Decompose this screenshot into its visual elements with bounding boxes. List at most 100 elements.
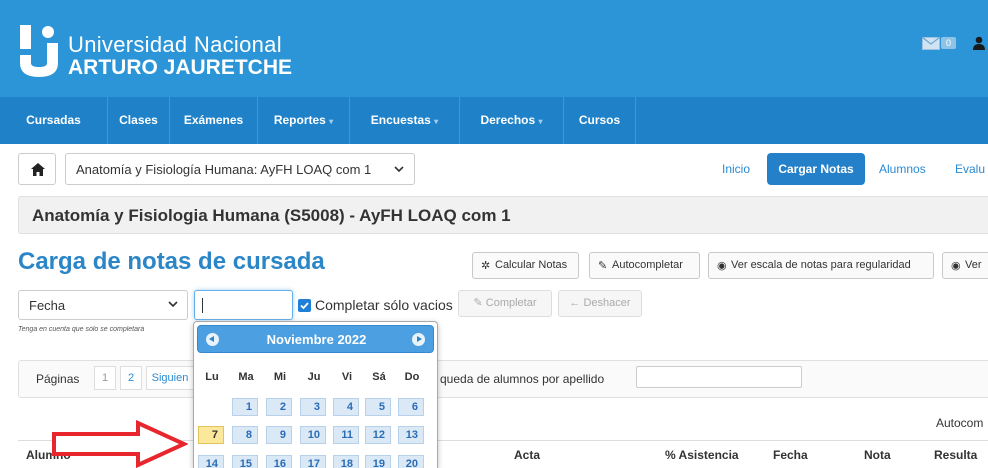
calcular-notas-label: Calcular Notas (495, 259, 568, 271)
nav-reportes[interactable]: Reportes ▾ (258, 97, 350, 144)
page-2[interactable]: 2 (120, 366, 142, 390)
calendar-day[interactable]: 8 (232, 426, 258, 444)
search-apellido-input[interactable] (636, 366, 802, 388)
nav-encuestas[interactable]: Encuestas ▾ (350, 97, 460, 144)
mail-count-badge: 0 (941, 37, 957, 49)
chevron-down-icon (394, 166, 404, 172)
weekday-lu: Lu (205, 371, 219, 383)
calendar-day[interactable]: 2 (266, 398, 292, 416)
column-fecha[interactable]: Fecha (773, 448, 808, 462)
weekday-mi: Mi (273, 371, 287, 383)
course-title: Anatomía y Fisiologia Humana (S5008) - A… (32, 206, 511, 225)
field-select[interactable]: Fecha (18, 290, 188, 320)
calendar-day[interactable]: 6 (398, 398, 424, 416)
calendar-day[interactable]: 19 (365, 455, 391, 468)
completar-vacios-checkbox[interactable] (298, 299, 311, 312)
main-nav: Cursadas Clases Exámenes Reportes ▾ Encu… (0, 97, 988, 144)
datepicker-year: 2022 (337, 332, 367, 347)
column-acta[interactable]: Acta (514, 448, 540, 462)
course-select-value: Anatomía y Fisiología Humana: AyFH LOAQ … (76, 162, 372, 177)
nav-cursadas[interactable]: Cursadas (0, 97, 108, 144)
next-month-icon[interactable] (412, 333, 425, 346)
chevron-down-icon: ▾ (434, 117, 439, 126)
university-logo-icon (20, 25, 58, 77)
calendar-day[interactable]: 17 (300, 455, 326, 468)
calendar-day[interactable]: 1 (232, 398, 258, 416)
nav-derechos-label: Derechos (480, 113, 536, 127)
course-select[interactable]: Anatomía y Fisiología Humana: AyFH LOAQ … (65, 153, 415, 185)
nav-examenes[interactable]: Exámenes (170, 97, 258, 144)
calendar-day[interactable]: 20 (398, 455, 424, 468)
next-page-link[interactable]: Siguien (146, 366, 194, 390)
nav-encuestas-label: Encuestas (370, 113, 431, 127)
datepicker-header: Noviembre 2022 (197, 325, 434, 353)
chevron-down-icon (168, 301, 178, 307)
weekday-sa: Sá (372, 371, 386, 383)
search-label: queda de alumnos por apellido (440, 372, 605, 386)
eye-icon: ◉ (951, 260, 961, 272)
column-resultado[interactable]: Resulta (934, 448, 977, 462)
completar-label: Completar (485, 297, 537, 309)
weekday-ju: Ju (307, 371, 321, 383)
page-1[interactable]: 1 (94, 366, 116, 390)
link-alumnos[interactable]: Alumnos (879, 162, 926, 176)
deshacer-label: Deshacer (583, 297, 631, 309)
nav-clases[interactable]: Clases (108, 97, 170, 144)
column-asistencia[interactable]: % Asistencia (665, 448, 739, 462)
completar-button[interactable]: ✎ Completar (458, 290, 552, 317)
datepicker: Noviembre 2022 Lu Ma Mi Ju Vi Sá Do 1 2 … (193, 321, 438, 468)
deshacer-button[interactable]: ← Deshacer (558, 290, 642, 317)
calendar-day[interactable]: 14 (198, 455, 224, 468)
home-icon (31, 163, 45, 176)
column-nota[interactable]: Nota (864, 448, 891, 462)
calendar-day[interactable]: 12 (365, 426, 391, 444)
calcular-notas-button[interactable]: ✲ Calcular Notas (472, 252, 579, 279)
eye-icon: ◉ (717, 260, 727, 272)
calendar-day[interactable]: 10 (300, 426, 326, 444)
calendar-day[interactable]: 9 (266, 426, 292, 444)
page-title: Carga de notas de cursada (18, 248, 325, 275)
calendar-day[interactable]: 16 (266, 455, 292, 468)
link-evaluaciones[interactable]: Evalu (955, 162, 985, 176)
weekday-vi: Vi (341, 371, 353, 383)
ver-escala-label: Ver escala de notas para regularidad (731, 259, 911, 271)
link-inicio[interactable]: Inicio (722, 162, 750, 176)
magic-wand-icon: ✎ (598, 260, 608, 272)
envelope-icon[interactable] (922, 37, 940, 50)
calendar-day[interactable]: 3 (300, 398, 326, 416)
calendar-day[interactable]: 15 (232, 455, 258, 468)
autocompletar-button[interactable]: ✎ Autocompletar (589, 252, 700, 279)
university-name-line1: Universidad Nacional (68, 32, 282, 57)
nav-derechos[interactable]: Derechos ▾ (460, 97, 564, 144)
home-button[interactable] (18, 153, 56, 185)
chevron-down-icon: ▾ (329, 117, 334, 126)
field-select-value: Fecha (29, 298, 66, 313)
checkmark-icon (300, 302, 309, 310)
arrow-left-icon: ← (569, 297, 584, 309)
calendar-day-today[interactable]: 7 (198, 426, 224, 444)
arrow-right-icon (52, 420, 188, 468)
user-icon[interactable] (973, 36, 985, 50)
chevron-down-icon: ▾ (538, 117, 543, 126)
calendar-day[interactable]: 4 (333, 398, 359, 416)
cargar-notas-button[interactable]: Cargar Notas (767, 153, 865, 185)
datepicker-title: Noviembre 2022 (198, 332, 435, 347)
calendar-day[interactable]: 13 (398, 426, 424, 444)
completar-vacios-label: Completar sólo vacios (315, 297, 453, 313)
calendar-day[interactable]: 11 (333, 426, 359, 444)
ver-button[interactable]: ◉ Ver (942, 252, 988, 279)
help-note: Tenga en cuenta que sólo se completará (18, 326, 145, 333)
autocompletar-label: Autocompletar (612, 259, 683, 271)
date-input[interactable] (194, 290, 293, 320)
ver-escala-button[interactable]: ◉ Ver escala de notas para regularidad (708, 252, 934, 279)
app-header: Universidad Nacional ARTURO JAURETCHE 0 (0, 0, 988, 97)
calendar-day[interactable]: 18 (333, 455, 359, 468)
university-name-line2: ARTURO JAURETCHE (68, 56, 293, 79)
calendar-day[interactable]: 5 (365, 398, 391, 416)
nav-cursos[interactable]: Cursos (564, 97, 636, 144)
pagination-label: Páginas (36, 372, 80, 386)
autocomplete-label: Autocom (936, 416, 984, 430)
datepicker-month: Noviembre (266, 332, 334, 347)
gear-icon: ✲ (481, 260, 491, 272)
ver-label: Ver (965, 259, 982, 271)
